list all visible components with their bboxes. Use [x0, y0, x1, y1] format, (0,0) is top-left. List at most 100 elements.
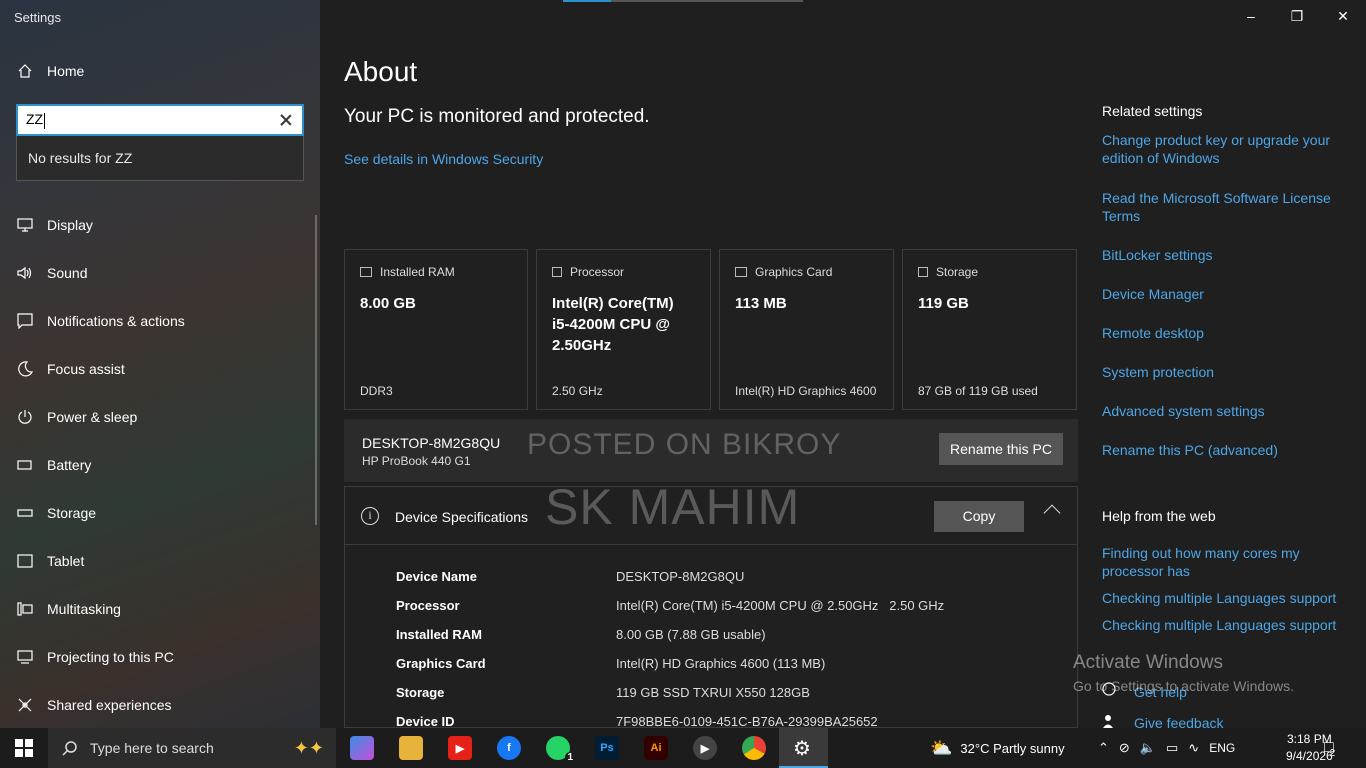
notification-count: 2: [1329, 747, 1336, 759]
card-label: Graphics Card: [755, 265, 833, 279]
tablet-icon: [16, 553, 33, 570]
sidebar-item-battery[interactable]: Battery: [0, 441, 320, 489]
settings-search-input[interactable]: ZZ: [16, 104, 304, 136]
whatsapp-badge: 1: [565, 752, 575, 763]
sidebar-item-projecting[interactable]: Projecting to this PC: [0, 633, 320, 681]
search-no-results: No results for ZZ: [16, 136, 304, 181]
network-icon[interactable]: ⊘: [1119, 740, 1130, 756]
watermark-line-2: SK MAHIM: [545, 479, 801, 535]
clear-search-icon[interactable]: [278, 112, 294, 128]
illustrator-icon[interactable]: Ai: [644, 736, 668, 760]
ai-app-label: Ai: [650, 742, 662, 754]
help-link-cores[interactable]: Finding out how many cores my processor …: [1102, 544, 1322, 580]
card-label: Processor: [570, 265, 625, 279]
sidebar-item-label: Sound: [47, 265, 88, 281]
sidebar-item-shared-experiences[interactable]: Shared experiences: [0, 681, 320, 729]
facebook-icon[interactable]: f: [497, 736, 521, 760]
related-link-advanced-system[interactable]: Advanced system settings: [1102, 402, 1342, 420]
close-button[interactable]: ✕: [1320, 8, 1366, 25]
sidebar-item-power-sleep[interactable]: Power & sleep: [0, 393, 320, 441]
volume-icon[interactable]: 🔈: [1140, 740, 1156, 756]
weather-text: 32°C Partly sunny: [960, 740, 1065, 756]
sparkle-icon: ✦✦: [293, 737, 324, 758]
taskbar: Type here to search ✦✦ ▶ f 1 Ps Ai ▶ ⚙ ⛅…: [0, 728, 1366, 768]
activation-subtitle: Go to Settings to activate Windows.: [1073, 678, 1294, 694]
sidebar-item-storage[interactable]: Storage: [0, 489, 320, 537]
home-label: Home: [47, 62, 85, 79]
whatsapp-icon[interactable]: 1: [546, 736, 575, 763]
help-link-languages-1[interactable]: Checking multiple Languages support: [1102, 589, 1342, 607]
sidebar-item-multitasking[interactable]: Multitasking: [0, 585, 320, 633]
sidebar-item-label: Tablet: [47, 553, 85, 569]
chevron-up-icon[interactable]: ⌃: [1098, 740, 1109, 756]
sidebar-item-focus-assist[interactable]: Focus assist: [0, 345, 320, 393]
projecting-icon: [16, 649, 33, 666]
display-icon: [16, 217, 33, 234]
wifi-icon[interactable]: ∿: [1188, 740, 1199, 756]
file-explorer-icon[interactable]: [399, 736, 423, 760]
info-icon: i: [361, 507, 379, 525]
card-graphics: Graphics Card 113 MB Intel(R) HD Graphic…: [719, 249, 894, 410]
home-nav-item[interactable]: Home: [16, 62, 84, 79]
card-processor: Processor Intel(R) Core(TM) i5-4200M CPU…: [536, 249, 711, 410]
shared-icon: [16, 697, 33, 714]
sidebar-item-notifications[interactable]: Notifications & actions: [0, 297, 320, 345]
sidebar-item-display[interactable]: Display: [0, 201, 320, 249]
sidebar-item-label: Projecting to this PC: [47, 649, 174, 665]
sidebar-item-label: Battery: [47, 457, 92, 473]
settings-taskbar-button[interactable]: ⚙: [779, 728, 828, 768]
notification-center-button[interactable]: □ 2: [1324, 728, 1335, 768]
battery-tray-icon[interactable]: ▭: [1166, 740, 1178, 756]
photoshop-icon[interactable]: Ps: [595, 736, 619, 760]
chrome-icon[interactable]: [742, 736, 766, 760]
ram-icon: [360, 267, 372, 277]
activation-title: Activate Windows: [1073, 652, 1223, 673]
card-installed-ram: Installed RAM 8.00 GB DDR3: [344, 249, 528, 410]
help-link-languages-2[interactable]: Checking multiple Languages support: [1102, 616, 1342, 634]
card-label: Installed RAM: [380, 265, 455, 279]
start-button[interactable]: [0, 728, 48, 768]
rename-pc-button[interactable]: Rename this PC: [939, 433, 1063, 465]
watermark-line-1: POSTED ON BIKROY: [527, 428, 842, 461]
spec-title: Device Specifications: [395, 509, 529, 525]
card-value: 8.00 GB: [360, 295, 416, 312]
media-player-icon[interactable]: ▶: [693, 736, 717, 760]
copy-button[interactable]: Copy: [934, 501, 1024, 532]
related-link-license[interactable]: Read the Microsoft Software License Term…: [1102, 189, 1342, 225]
spec-rows: Device Name DESKTOP-8M2G8QU Processor Inte…: [396, 569, 944, 730]
related-link-device-manager[interactable]: Device Manager: [1102, 285, 1342, 303]
search-value: ZZ: [26, 111, 44, 128]
sidebar-nav: Display Sound Notifications & actions Fo…: [0, 201, 320, 729]
youtube-icon[interactable]: ▶: [448, 736, 472, 760]
related-link-bitlocker[interactable]: BitLocker settings: [1102, 246, 1342, 264]
sidebar-item-label: Notifications & actions: [47, 313, 185, 329]
sidebar-item-label: Shared experiences: [47, 697, 172, 713]
language-indicator[interactable]: ENG: [1209, 741, 1235, 755]
feedback-icon: [1103, 715, 1113, 728]
copilot-app-icon[interactable]: [350, 736, 374, 760]
related-link-system-protection[interactable]: System protection: [1102, 363, 1342, 381]
sidebar-item-label: Storage: [47, 505, 97, 521]
sidebar-item-sound[interactable]: Sound: [0, 249, 320, 297]
chevron-up-icon[interactable]: [1043, 504, 1061, 522]
related-link-product-key[interactable]: Change product key or upgrade your editi…: [1102, 131, 1342, 167]
weather-widget[interactable]: ⛅ 32°C Partly sunny: [930, 728, 1065, 768]
windows-security-link[interactable]: See details in Windows Security: [344, 151, 543, 167]
card-value: Intel(R) Core(TM) i5-4200M CPU @ 2.50GHz: [552, 295, 674, 354]
minimize-button[interactable]: –: [1228, 8, 1274, 24]
related-link-rename-advanced[interactable]: Rename this PC (advanced): [1102, 441, 1342, 459]
taskbar-search-box[interactable]: Type here to search ✦✦: [48, 728, 336, 768]
table-row: Processor Intel(R) Core(TM) i5-4200M CPU …: [396, 598, 944, 627]
sidebar-item-tablet[interactable]: Tablet: [0, 537, 320, 585]
related-link-remote-desktop[interactable]: Remote desktop: [1102, 324, 1342, 342]
card-sub: Intel(R) HD Graphics 4600: [735, 384, 877, 398]
restore-button[interactable]: ❐: [1274, 8, 1320, 25]
card-value: 113 MB: [735, 295, 787, 312]
graphics-card-icon: [735, 267, 747, 277]
top-progress-indicator: [563, 0, 803, 2]
spec-value: 119 GB SSD TXRUI X550 128GB: [616, 685, 810, 700]
sidebar-item-label: Power & sleep: [47, 409, 138, 425]
sidebar-item-label: Display: [47, 217, 93, 233]
spec-value: DESKTOP-8M2G8QU: [616, 569, 745, 584]
sidebar-scrollbar[interactable]: [315, 215, 317, 525]
